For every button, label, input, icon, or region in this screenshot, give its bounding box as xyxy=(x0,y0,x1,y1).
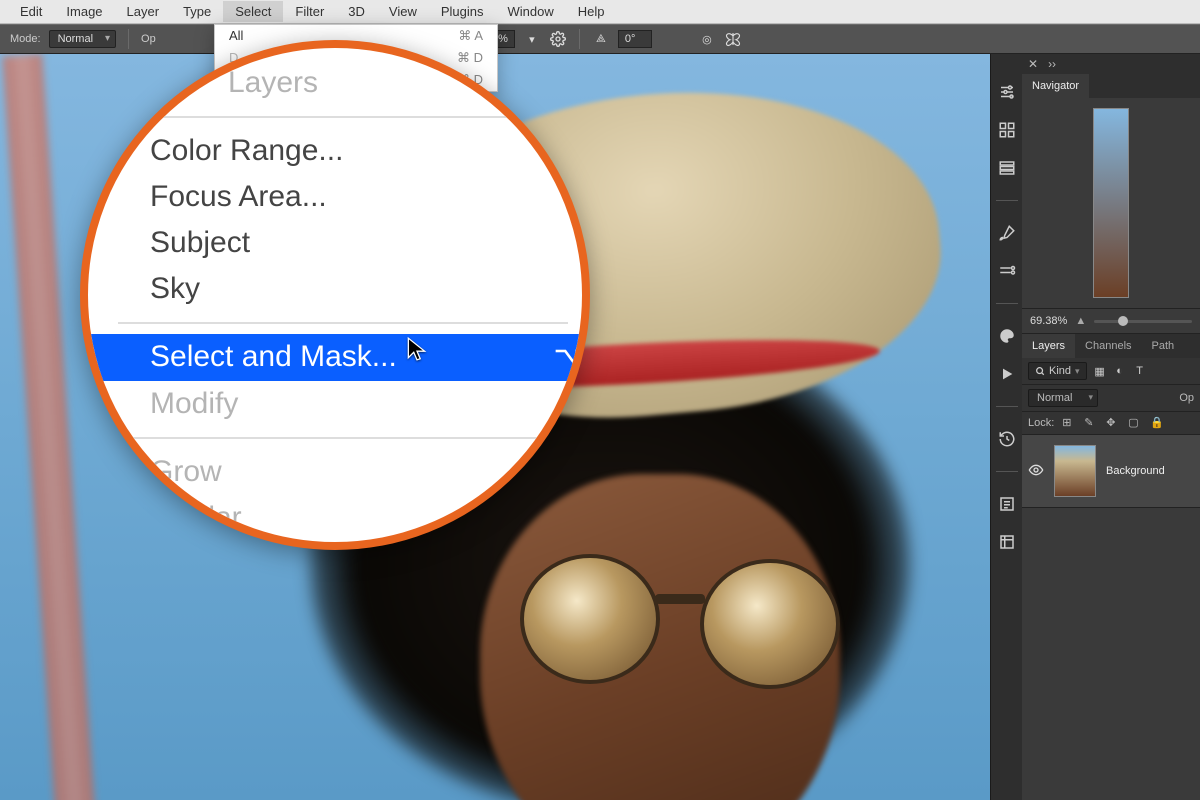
menu-item-color-range[interactable]: Color Range... xyxy=(80,128,590,174)
menu-layer[interactable]: Layer xyxy=(115,1,172,22)
tab-channels[interactable]: Channels xyxy=(1075,334,1141,358)
filter-pixel-icon[interactable]: ▦ xyxy=(1093,364,1107,378)
lock-paint-icon[interactable]: ✎ xyxy=(1084,416,1098,430)
angle-icon: ⟁ xyxy=(592,30,610,48)
butterfly-icon[interactable] xyxy=(724,30,742,48)
properties-icon[interactable] xyxy=(997,494,1017,514)
opacity-label: Op xyxy=(1179,392,1194,404)
menu-item-grow[interactable]: Grow xyxy=(80,449,590,495)
tab-navigator[interactable]: Navigator xyxy=(1022,74,1089,98)
collapse-icon[interactable]: ›› xyxy=(1048,57,1056,71)
separator xyxy=(128,29,129,49)
lock-all-icon[interactable]: 🔒 xyxy=(1150,416,1164,430)
pressure-opacity-icon[interactable]: ◎ xyxy=(698,30,716,48)
layer-row[interactable]: Background xyxy=(1022,435,1200,508)
lock-label: Lock: xyxy=(1028,417,1054,429)
chevron-down-icon[interactable]: ▾ xyxy=(523,30,541,48)
info-icon[interactable] xyxy=(997,532,1017,552)
lock-transparency-icon[interactable]: ⊞ xyxy=(1062,416,1076,430)
menu-item-modify[interactable]: Modify xyxy=(80,381,590,427)
brush-icon[interactable] xyxy=(997,223,1017,243)
menu-edit[interactable]: Edit xyxy=(8,1,54,22)
swatches-icon[interactable] xyxy=(997,326,1017,346)
navigator-thumbnail[interactable] xyxy=(1022,98,1200,308)
panel-dock xyxy=(990,54,1022,800)
menu-type[interactable]: Type xyxy=(171,1,223,22)
brush-settings-icon[interactable] xyxy=(997,261,1017,281)
menu-view[interactable]: View xyxy=(377,1,429,22)
lock-artboard-icon[interactable]: ▢ xyxy=(1128,416,1142,430)
navigator-panel: Navigator 69.38% ▲ xyxy=(1022,74,1200,334)
angle-value[interactable]: 0° xyxy=(618,30,652,48)
styles-icon[interactable] xyxy=(997,120,1017,140)
mode-label: Mode: xyxy=(10,33,41,45)
layer-filter-kind[interactable]: Kind ▾ xyxy=(1028,362,1087,380)
cursor-icon xyxy=(406,336,428,367)
lock-position-icon[interactable]: ✥ xyxy=(1106,416,1120,430)
panel-header: ✕ ›› xyxy=(1022,54,1200,74)
menu-item-focus-area[interactable]: Focus Area... xyxy=(80,174,590,220)
layer-thumbnail[interactable] xyxy=(1054,445,1096,497)
menu-3d[interactable]: 3D xyxy=(336,1,377,22)
layers-panel: Layers Channels Path Kind ▾ ▦ ◐ T Normal… xyxy=(1022,334,1200,800)
play-icon[interactable] xyxy=(997,364,1017,384)
menu-plugins[interactable]: Plugins xyxy=(429,1,496,22)
tutorial-magnifier: Layers Color Range... Focus Area... Subj… xyxy=(80,40,590,550)
menu-window[interactable]: Window xyxy=(496,1,566,22)
menu-item-sky[interactable]: Sky xyxy=(80,266,590,312)
menu-item-label: Select and Mask... xyxy=(150,340,397,375)
menu-item-label: All xyxy=(229,28,243,44)
close-icon[interactable]: ✕ xyxy=(1028,57,1038,71)
menu-image[interactable]: Image xyxy=(54,1,114,22)
menu-item-subject[interactable]: Subject xyxy=(80,220,590,266)
filter-type-icon[interactable]: T xyxy=(1133,364,1147,378)
history-icon[interactable] xyxy=(997,429,1017,449)
menu-item-similar[interactable]: Similar xyxy=(80,495,590,541)
separator xyxy=(579,29,580,49)
menu-bar: Edit Image Layer Type Select Filter 3D V… xyxy=(0,0,1200,24)
tab-paths[interactable]: Path xyxy=(1142,334,1185,358)
zoom-value[interactable]: 69.38% xyxy=(1030,315,1067,327)
mode-select[interactable]: Normal xyxy=(49,30,116,48)
libraries-icon[interactable] xyxy=(997,158,1017,178)
filter-adjust-icon[interactable]: ◐ xyxy=(1113,364,1127,378)
tab-layers[interactable]: Layers xyxy=(1022,334,1075,358)
menu-item-shortcut: ⌘ A xyxy=(458,28,483,44)
panel-column: ✕ ›› Navigator 69.38% ▲ Layers Channels … xyxy=(1022,54,1200,800)
opacity-label-fragment: Op xyxy=(141,33,156,45)
menu-select[interactable]: Select xyxy=(223,1,283,22)
menu-item-layers[interactable]: Layers xyxy=(80,60,590,106)
gear-icon[interactable] xyxy=(549,30,567,48)
visibility-icon[interactable] xyxy=(1028,462,1044,481)
zoom-out-icon[interactable]: ▲ xyxy=(1075,315,1086,327)
adjustments-icon[interactable] xyxy=(997,82,1017,102)
blend-mode-select[interactable]: Normal xyxy=(1028,389,1098,407)
menu-help[interactable]: Help xyxy=(566,1,617,22)
menu-filter[interactable]: Filter xyxy=(283,1,336,22)
layer-name[interactable]: Background xyxy=(1106,465,1165,477)
zoom-slider[interactable] xyxy=(1094,320,1192,323)
menu-item-select-and-mask[interactable]: Select and Mask... ⌥ xyxy=(80,334,590,381)
